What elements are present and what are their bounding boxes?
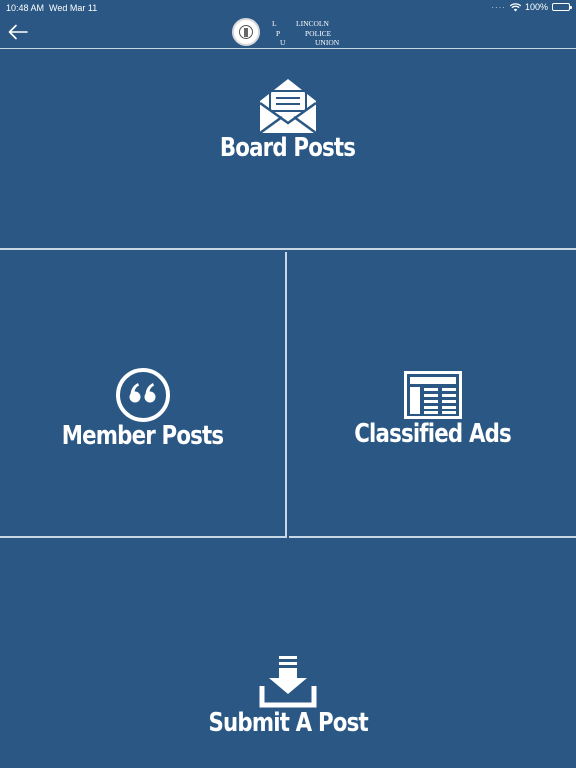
newspaper-icon bbox=[403, 371, 462, 419]
menu-grid: Board Posts Member Posts Classified Ads … bbox=[0, 48, 576, 768]
status-time-date: 10:48 AM Wed Mar 11 bbox=[6, 3, 97, 13]
submit-post-label: Submit A Post bbox=[208, 708, 368, 738]
logo-word-union: UNION bbox=[315, 38, 340, 47]
wifi-icon bbox=[509, 2, 521, 11]
status-date: Wed Mar 11 bbox=[49, 3, 98, 13]
union-logo: L P U LINCOLN POLICE UNION bbox=[232, 17, 352, 47]
download-tray-icon bbox=[259, 656, 317, 708]
arrow-left-icon bbox=[8, 24, 28, 40]
logo-word-lincoln: LINCOLN bbox=[296, 19, 329, 28]
status-indicators: ···· 100% bbox=[491, 2, 572, 12]
member-posts-label: Member Posts bbox=[61, 421, 224, 451]
logo-word-police: POLICE bbox=[305, 29, 332, 38]
quote-icon bbox=[115, 368, 170, 422]
logo-initial-u: U bbox=[280, 38, 286, 47]
member-posts-tile[interactable]: Member Posts bbox=[0, 252, 287, 538]
battery-percent: 100% bbox=[524, 2, 548, 12]
classified-ads-label: Classified Ads bbox=[354, 419, 512, 449]
classified-ads-tile[interactable]: Classified Ads bbox=[289, 252, 576, 538]
status-bar: 10:48 AM Wed Mar 11 ···· 100% bbox=[0, 0, 576, 16]
board-posts-label: Board Posts bbox=[220, 133, 356, 163]
signal-dots-icon: ···· bbox=[491, 2, 506, 12]
seal-icon bbox=[232, 18, 260, 46]
submit-post-tile[interactable]: Submit A Post bbox=[0, 540, 576, 768]
nav-bar: L P U LINCOLN POLICE UNION bbox=[0, 16, 576, 48]
status-time: 10:48 AM bbox=[6, 3, 45, 13]
back-button[interactable] bbox=[6, 20, 30, 44]
board-posts-tile[interactable]: Board Posts bbox=[0, 49, 576, 250]
envelope-open-icon bbox=[259, 79, 317, 135]
logo-text: L P U LINCOLN POLICE UNION bbox=[272, 17, 352, 47]
logo-initial-l: L bbox=[272, 19, 277, 28]
battery-icon bbox=[552, 3, 572, 11]
logo-initial-p: P bbox=[276, 29, 281, 38]
